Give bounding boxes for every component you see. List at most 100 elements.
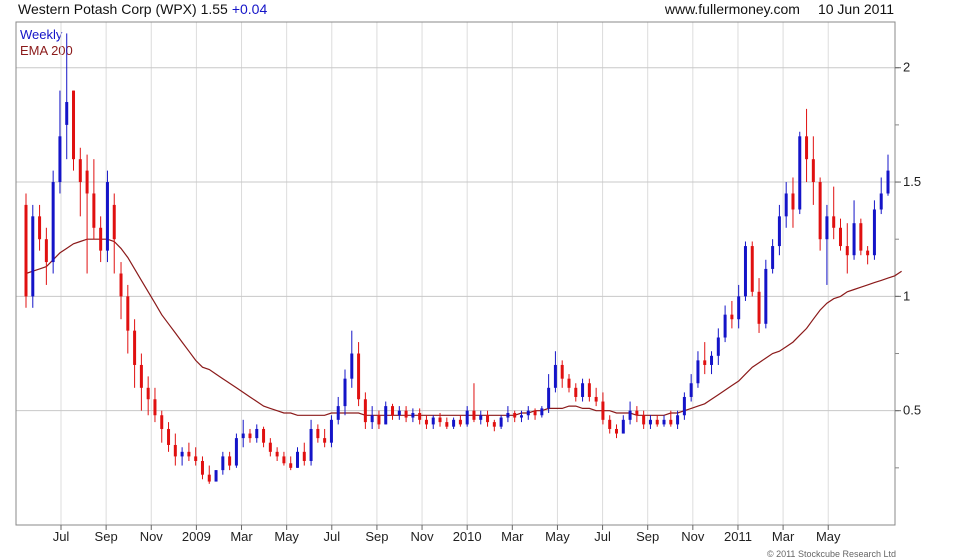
candle-body (811, 159, 815, 183)
y-tick-label: 0.5 (903, 403, 921, 418)
candle-body (126, 296, 130, 331)
candle-body (65, 102, 69, 125)
candle-body (771, 246, 775, 269)
candle-body (336, 406, 340, 420)
candle-body (513, 412, 517, 418)
candle-body (594, 396, 598, 402)
candle-body (703, 360, 707, 365)
candle-body (160, 415, 164, 429)
candle-body (221, 456, 225, 471)
candle-body (533, 410, 537, 416)
candle-body (316, 428, 320, 439)
candle-body (553, 364, 557, 388)
candle-body (431, 417, 435, 425)
candle-body (689, 383, 693, 397)
candle-body (295, 451, 299, 468)
candle-body (133, 330, 137, 365)
candle-body (194, 456, 198, 461)
candle-body (207, 474, 211, 482)
candle-body (682, 396, 686, 416)
candle-body (676, 415, 680, 425)
candle-body (58, 136, 62, 183)
candle-body (424, 419, 428, 425)
candle-body (540, 408, 544, 416)
x-tick-label: May (274, 529, 299, 544)
candle-body (710, 355, 714, 365)
candle-body (791, 193, 795, 210)
candle-body (859, 223, 863, 251)
candle-body (852, 223, 856, 256)
candle-body (99, 227, 103, 251)
x-tick-label: Mar (501, 529, 524, 544)
candle-body (200, 460, 204, 475)
candle-body (112, 204, 116, 240)
y-tick-label: 1.5 (903, 174, 921, 189)
ema-200-line (25, 238, 902, 416)
y-tick-label: 1 (903, 288, 910, 303)
candle-body (377, 415, 381, 425)
candle-body (397, 410, 401, 416)
candle-body (608, 419, 612, 429)
candle-body (24, 204, 28, 297)
candle-body (866, 250, 870, 256)
candle-body (38, 216, 42, 240)
candle-body (818, 182, 822, 240)
candle-body (248, 433, 252, 439)
price-chart: 0.5 1 1.5 2 Jul Sep Nov 2009 Mar May Jul Sep Nov 2010… (15, 21, 921, 544)
candle-body (44, 239, 48, 263)
candle-body (262, 428, 266, 443)
candle-body (764, 268, 768, 324)
candle-body (567, 378, 571, 388)
candle-body (418, 412, 422, 420)
x-tick-label: Jul (53, 529, 70, 544)
candle-body (642, 415, 646, 425)
plot-frame (15, 21, 896, 526)
x-tick-label: Sep (636, 529, 659, 544)
candle-body (78, 159, 82, 183)
x-tick-label: 2011 (724, 529, 752, 544)
candle-body (628, 410, 632, 420)
candle-body (173, 444, 177, 457)
candle-body (234, 438, 238, 466)
candle-body (716, 337, 720, 356)
candle-body (465, 410, 469, 425)
candle-body (343, 378, 347, 407)
candle-body (214, 470, 218, 482)
candle-body (105, 182, 109, 251)
candle-body (499, 417, 503, 427)
candle-body (302, 451, 306, 461)
candle-body (241, 433, 245, 439)
candle-body (119, 273, 123, 297)
candle-body (72, 90, 76, 160)
candle-body (574, 387, 578, 397)
candle-body (730, 314, 734, 320)
y-tick-label: 2 (903, 60, 910, 75)
candle-body (635, 410, 639, 416)
candle-body (648, 419, 652, 425)
x-tick-label: Nov (681, 529, 705, 544)
candle-body (743, 246, 747, 297)
candle-body (472, 410, 476, 420)
candle-body (167, 428, 171, 445)
candle-body (404, 410, 408, 418)
candle-body (777, 216, 781, 247)
candle-body (85, 170, 89, 194)
x-tick-label: Sep (95, 529, 118, 544)
candle-body (357, 353, 361, 400)
candle-body (723, 314, 727, 338)
x-tick-label: May (545, 529, 570, 544)
candle-body (798, 136, 802, 210)
candle-body (750, 246, 754, 292)
candle-body (323, 438, 327, 443)
candle-body (662, 419, 666, 425)
candle-body (282, 456, 286, 464)
candle-body (153, 399, 157, 416)
candle-body (329, 419, 333, 443)
candle-body (784, 193, 788, 217)
candle-body (805, 136, 809, 160)
candle-body (560, 364, 564, 379)
x-tick-label: Mar (772, 529, 795, 544)
candle-body (825, 216, 829, 240)
candle-body (384, 406, 388, 425)
candle-body (879, 193, 883, 210)
